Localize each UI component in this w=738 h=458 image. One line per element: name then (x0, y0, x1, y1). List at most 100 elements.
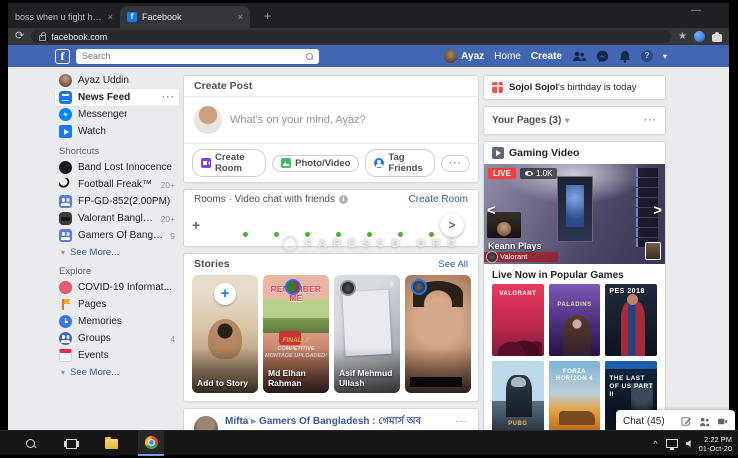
room-friend-avatar[interactable] (285, 212, 311, 238)
game-cover-pes-2018[interactable]: PES 2018 (605, 284, 657, 356)
sidebar-item-events[interactable]: Events (55, 347, 179, 364)
stories-see-all-link[interactable]: See All (438, 259, 468, 270)
sidebar-item-football-freak[interactable]: Football Freak™ 20+ (55, 176, 179, 193)
room-friend-avatar[interactable] (316, 212, 342, 238)
shortcuts-see-more-link[interactable]: See More... (55, 244, 179, 260)
streamer-name[interactable]: Keann Plays (488, 241, 542, 251)
game-cover-pubg[interactable]: PUBG (492, 361, 544, 430)
messenger-icon[interactable] (596, 50, 609, 63)
window-minimize-icon[interactable] (691, 5, 701, 16)
sidebar-item-band-lost-innocence[interactable]: Band Lost Innocence (55, 159, 179, 176)
tab-meme-video[interactable]: boss when u fight him VS th (8, 6, 120, 28)
chat-bar[interactable]: Chat (45) (616, 410, 735, 432)
post-author-avatar[interactable] (194, 416, 218, 430)
video-next-chevron-icon[interactable] (653, 202, 662, 219)
add-to-story-card[interactable]: Add to Story (192, 275, 258, 393)
explore-see-more-link[interactable]: See More... (55, 364, 179, 380)
sidebar-item-groups[interactable]: Groups 4 (55, 330, 179, 347)
speaker-icon[interactable] (686, 440, 691, 447)
task-view-button[interactable] (58, 431, 84, 456)
contacts-icon[interactable] (699, 416, 710, 427)
home-link[interactable]: Home (494, 51, 521, 62)
rooms-next-chevron-icon[interactable] (440, 213, 464, 237)
room-friend-avatar[interactable] (378, 212, 404, 238)
unread-badge: 20+ (161, 214, 175, 224)
create-room-button[interactable]: Create Room (192, 149, 266, 177)
extensions-puzzle-icon[interactable] (712, 32, 722, 42)
tray-expand-icon[interactable] (653, 439, 657, 449)
search-input[interactable] (82, 51, 306, 61)
search-box[interactable] (76, 49, 319, 64)
post-options-icon[interactable] (455, 416, 468, 430)
info-icon[interactable] (339, 195, 348, 204)
story-card[interactable]: REMEMBER ME FINALLY COMPETITIVE MONTAGE … (263, 275, 329, 393)
taskbar-clock[interactable]: 2:22 PM 01-Oct-20 (699, 435, 732, 453)
create-post-input[interactable]: What's on your mind, Ayaz? (184, 97, 478, 143)
create-link[interactable]: Create (531, 51, 562, 62)
new-tab-icon[interactable] (258, 6, 277, 28)
room-friend-avatar[interactable] (223, 212, 249, 238)
sidebar-item-pages[interactable]: Pages (55, 296, 179, 313)
messenger-icon (59, 108, 72, 121)
live-video-player[interactable]: LIVE 1.0K Keann Plays Valorant (484, 164, 665, 264)
create-room-link[interactable]: Create Room (409, 194, 468, 205)
room-friend-avatar[interactable] (409, 212, 435, 238)
post-author-link[interactable]: Mifta (225, 416, 248, 427)
search-icon (26, 439, 36, 449)
chrome-taskbar-button[interactable] (138, 431, 164, 456)
search-icon[interactable] (306, 53, 313, 60)
profile-link[interactable]: Ayaz (444, 50, 484, 63)
sidebar-item-memories[interactable]: Memories (55, 313, 179, 330)
facebook-logo[interactable]: f (55, 49, 70, 64)
more-actions-button[interactable] (441, 155, 470, 172)
sidebar-item-messenger[interactable]: Messenger (55, 106, 179, 123)
extension-icon[interactable] (694, 31, 705, 42)
screen: { "browser": { "tabs": [ { "title": "bos… (0, 0, 738, 458)
sidebar-item-news-feed[interactable]: News Feed (55, 89, 179, 106)
close-icon[interactable] (108, 13, 113, 22)
help-icon[interactable]: ? (641, 50, 653, 62)
chevron-down-icon[interactable] (565, 115, 569, 126)
game-cover-valorant[interactable]: VALORANT (492, 284, 544, 356)
chat-label[interactable]: Chat (45) (623, 416, 674, 427)
close-icon[interactable] (238, 13, 243, 22)
watch-icon (59, 125, 72, 138)
tab-facebook[interactable]: f Facebook (120, 6, 250, 28)
story-card[interactable]: ✳ Asif Mehmud Ullash (334, 275, 400, 393)
covid-icon (59, 281, 72, 294)
friend-requests-icon[interactable] (572, 50, 586, 62)
sidebar-item-valorant-bangladesh[interactable]: Valorant Banglades... 20+ (55, 210, 179, 227)
sidebar-item-watch[interactable]: Watch (55, 123, 179, 140)
tag-friends-button[interactable]: Tag Friends (365, 149, 435, 177)
pages-options-icon[interactable] (644, 115, 657, 126)
sidebar-item-gamers-of-bangladesh[interactable]: Gamers Of Bangla... 9 (55, 227, 179, 244)
game-cover-paladins[interactable]: PALADINS (549, 284, 601, 356)
news-feed-icon (59, 91, 72, 104)
story-card[interactable] (405, 275, 471, 393)
create-room-avatar-button[interactable] (192, 212, 218, 238)
account-menu-caret-icon[interactable] (663, 52, 667, 61)
photo-video-button[interactable]: Photo/Video (272, 155, 359, 172)
file-explorer-button[interactable] (98, 431, 124, 456)
more-options-icon[interactable] (162, 92, 175, 103)
network-display-icon[interactable] (666, 439, 678, 448)
address-bar[interactable]: facebook.com (31, 30, 671, 43)
taskbar-search-button[interactable] (18, 431, 44, 456)
new-message-icon[interactable] (681, 416, 692, 427)
birthday-name[interactable]: Sojol Sojol (509, 82, 558, 93)
sidebar-item-covid-info[interactable]: COVID-19 Informat... (55, 279, 179, 296)
video-prev-chevron-icon[interactable] (487, 202, 496, 219)
game-cover-forza-horizon-4[interactable]: FORZA HORIZON 4 (549, 361, 601, 430)
reload-icon[interactable] (15, 31, 24, 42)
room-friend-avatar[interactable] (347, 212, 373, 238)
rooms-card: Rooms · Video chat with friends Create R… (183, 189, 479, 247)
your-pages-label[interactable]: Your Pages (3) (492, 115, 561, 126)
online-dot (242, 231, 249, 238)
video-chat-icon[interactable] (717, 416, 728, 427)
bookmark-star-icon[interactable] (678, 31, 687, 42)
room-friend-avatar[interactable] (254, 212, 280, 238)
sidebar-item-fp-gd[interactable]: FP-GD-852(2.00PM) (55, 193, 179, 210)
birthday-card[interactable]: Sojol Sojol's birthday is today (483, 75, 666, 100)
notifications-bell-icon[interactable] (619, 50, 631, 63)
sidebar-item-profile[interactable]: Ayaz Uddin (55, 72, 179, 89)
